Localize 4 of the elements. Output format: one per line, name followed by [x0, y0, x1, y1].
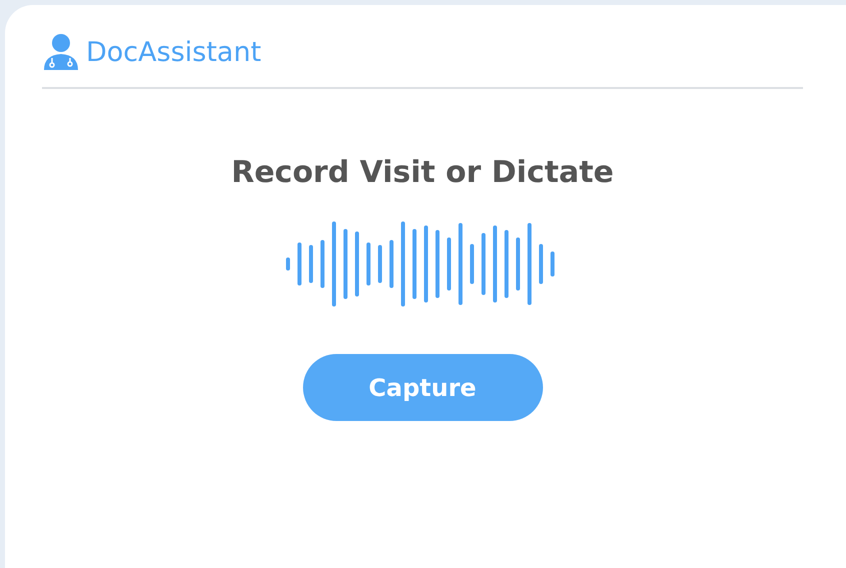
doctor-icon — [42, 33, 80, 71]
app-title: DocAssistant — [86, 36, 262, 68]
capture-button[interactable]: Capture — [302, 354, 542, 421]
heading: Record Visit or Dictate — [231, 155, 614, 190]
